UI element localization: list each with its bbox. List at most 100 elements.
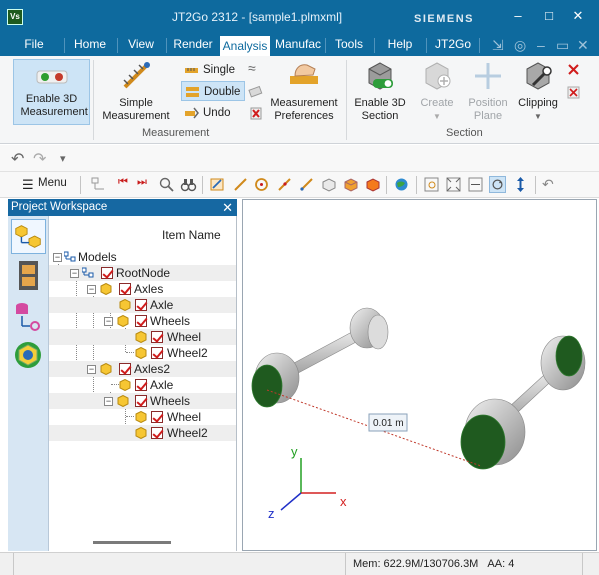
- tree-row-axle[interactable]: Axle: [49, 297, 236, 313]
- close-button[interactable]: ✕: [570, 8, 586, 24]
- visibility-checkbox[interactable]: [119, 283, 131, 295]
- tree-row-axle[interactable]: Axle: [49, 377, 236, 393]
- tree-row-axles[interactable]: − Axles: [49, 281, 236, 297]
- maximize-button[interactable]: □: [541, 8, 557, 24]
- assembly-tree-icon[interactable]: [11, 219, 46, 254]
- markup-pencil-icon[interactable]: [209, 176, 226, 193]
- clear-sections-icon[interactable]: [566, 62, 581, 77]
- box-white-icon[interactable]: [320, 176, 337, 193]
- collapse-toggle[interactable]: −: [87, 365, 96, 374]
- collapse-toggle[interactable]: −: [104, 397, 113, 406]
- undo-measure-button[interactable]: Undo: [181, 103, 245, 123]
- double-measure-button[interactable]: Double: [181, 81, 245, 101]
- film-views-icon[interactable]: [11, 258, 46, 293]
- rotate-icon[interactable]: [489, 176, 506, 193]
- visibility-checkbox[interactable]: [151, 347, 163, 359]
- 3d-scene[interactable]: 0.01 m y x z: [243, 200, 596, 550]
- box-orange-icon[interactable]: [342, 176, 359, 193]
- ribbon-help-icon[interactable]: ◎: [514, 37, 526, 54]
- menu-button[interactable]: Menu: [38, 177, 67, 189]
- tree-row-wheel[interactable]: Wheel: [49, 409, 236, 425]
- tab-help[interactable]: Help: [378, 34, 422, 56]
- tab-analysis[interactable]: Analysis: [220, 34, 270, 56]
- app-icon[interactable]: Vs: [7, 9, 23, 25]
- tree-row-wheels[interactable]: − Wheels: [49, 313, 236, 329]
- eraser-icon[interactable]: [248, 84, 264, 98]
- undo-icon[interactable]: ↶: [11, 149, 24, 169]
- tab-home[interactable]: Home: [66, 34, 114, 56]
- enable-3d-section-button[interactable]: Enable 3D Section: [349, 59, 411, 125]
- single-measure-button[interactable]: Single: [181, 60, 245, 80]
- ribbon-close-icon[interactable]: ✕: [577, 37, 589, 54]
- measurement-preferences-button[interactable]: Measurement Preferences: [265, 59, 343, 125]
- tab-view[interactable]: View: [119, 34, 163, 56]
- tree-row-wheel2[interactable]: Wheel2: [49, 345, 236, 361]
- tab-render[interactable]: Render: [168, 34, 218, 56]
- visibility-checkbox[interactable]: [119, 363, 131, 375]
- collapse-toggle[interactable]: −: [87, 285, 96, 294]
- visibility-checkbox[interactable]: [101, 267, 113, 279]
- wheel-front-left[interactable]: [251, 352, 300, 408]
- reset-view-icon[interactable]: ↶: [542, 176, 559, 193]
- tab-file[interactable]: File: [14, 34, 54, 56]
- workspace-close-button[interactable]: ✕: [222, 199, 233, 216]
- wheel-back-right[interactable]: [540, 335, 586, 391]
- collapse-toggle[interactable]: −: [70, 269, 79, 278]
- tree-row-wheel2[interactable]: Wheel2: [49, 425, 236, 441]
- edge-tool-icon[interactable]: [298, 176, 315, 193]
- minimize-button[interactable]: –: [510, 8, 526, 24]
- create-section-button[interactable]: Create ▼: [415, 59, 459, 125]
- delete-section-icon[interactable]: [566, 85, 581, 100]
- tree-horizontal-scrollbar[interactable]: [93, 541, 171, 544]
- ribbon-restore-icon[interactable]: ▭: [556, 37, 569, 54]
- tree-row-axles2[interactable]: − Axles2: [49, 361, 236, 377]
- pan-icon[interactable]: [467, 176, 484, 193]
- tab-jt2go[interactable]: JT2Go: [430, 34, 476, 56]
- position-plane-button[interactable]: Position Plane: [462, 59, 514, 125]
- menu-hamburger-icon[interactable]: ☰: [22, 177, 34, 193]
- item-name-column-header[interactable]: Item Name: [162, 228, 221, 242]
- visibility-checkbox[interactable]: [151, 331, 163, 343]
- tree-row-wheels[interactable]: − Wheels: [49, 393, 236, 409]
- zoom-area-icon[interactable]: [158, 176, 175, 193]
- tree-row-rootnode[interactable]: − RootNode: [49, 265, 236, 281]
- enable-3d-measurement-button[interactable]: Enable 3D Measurement: [13, 59, 90, 125]
- wheel-back-left[interactable]: [349, 307, 389, 350]
- collapse-toggle[interactable]: −: [53, 253, 62, 262]
- properties-icon[interactable]: [11, 298, 46, 333]
- customize-qat-icon[interactable]: ▾: [60, 152, 66, 165]
- visibility-checkbox[interactable]: [151, 427, 163, 439]
- tab-manufacturing[interactable]: Manufac: [272, 34, 324, 56]
- circle-tool-icon[interactable]: [253, 176, 270, 193]
- visibility-checkbox[interactable]: [135, 395, 147, 407]
- simple-measurement-button[interactable]: Simple Measurement: [96, 59, 176, 125]
- arrow-tool-icon[interactable]: [276, 176, 293, 193]
- resize-grip[interactable]: [582, 553, 599, 575]
- binoculars-icon[interactable]: [180, 176, 197, 193]
- next-step-icon[interactable]: ⏭: [137, 176, 154, 193]
- redo-icon[interactable]: ↷: [33, 149, 46, 169]
- box-red-icon[interactable]: [364, 176, 381, 193]
- globe-icon[interactable]: [393, 176, 410, 193]
- tree-row-wheel[interactable]: Wheel: [49, 329, 236, 345]
- axle-assembly-right[interactable]: [460, 335, 586, 470]
- fit-all-icon[interactable]: [445, 176, 462, 193]
- first-step-icon[interactable]: ⏮: [118, 176, 135, 193]
- zoom-window-icon[interactable]: [423, 176, 440, 193]
- ribbon-pin-icon[interactable]: –: [537, 37, 545, 53]
- delete-measurement-icon[interactable]: [249, 106, 263, 120]
- tree-row-models[interactable]: − Models: [49, 249, 236, 265]
- reference-geometry-icon[interactable]: [11, 338, 46, 373]
- approx-icon[interactable]: ≈: [248, 60, 256, 76]
- clipping-button[interactable]: Clipping ▼: [515, 59, 561, 125]
- wheel-front-right[interactable]: [460, 398, 526, 470]
- collapse-toggle[interactable]: −: [104, 317, 113, 326]
- tree-view-icon[interactable]: [90, 176, 107, 193]
- visibility-checkbox[interactable]: [151, 411, 163, 423]
- line-tool-icon[interactable]: [232, 176, 249, 193]
- visibility-checkbox[interactable]: [135, 299, 147, 311]
- 3d-viewport[interactable]: 0.01 m y x z: [242, 199, 597, 551]
- visibility-checkbox[interactable]: [135, 315, 147, 327]
- ribbon-tool-icon[interactable]: ⇲: [492, 37, 504, 54]
- zoom-vertical-icon[interactable]: [512, 176, 529, 193]
